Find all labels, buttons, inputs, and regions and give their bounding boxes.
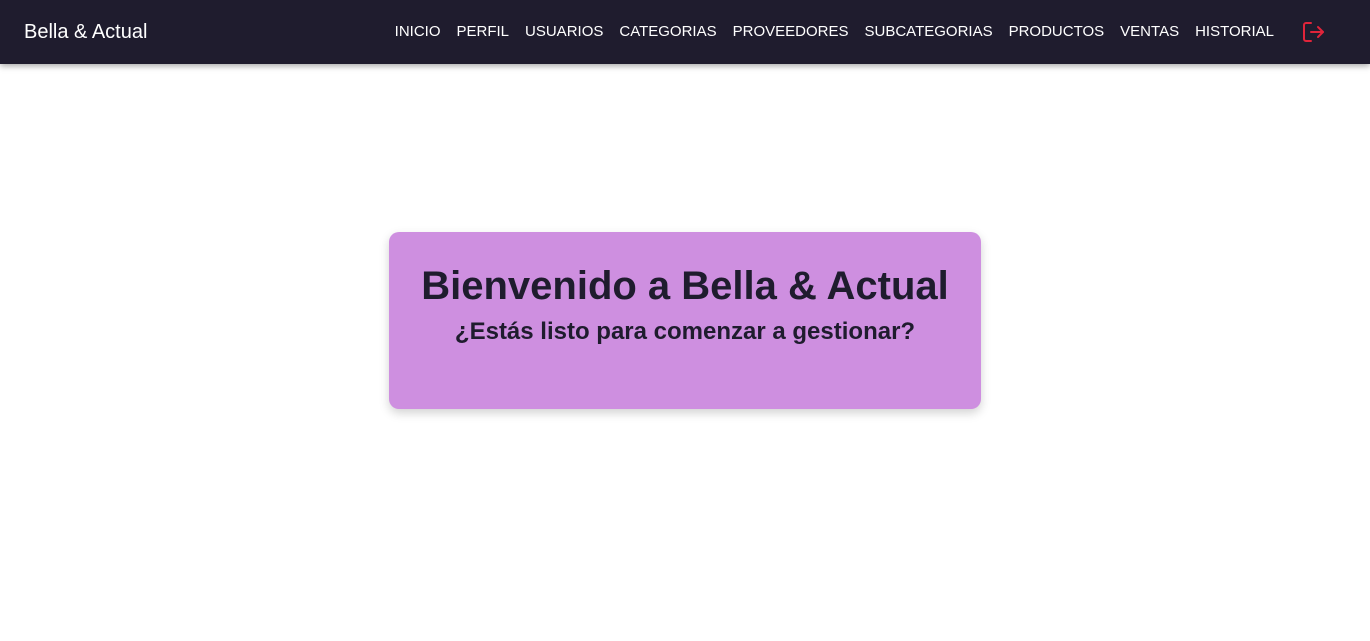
logout-icon [1303, 22, 1324, 42]
welcome-card: Bienvenido a Bella & Actual ¿Estás listo… [389, 232, 981, 409]
logout-button[interactable] [1302, 21, 1326, 43]
nav-link-categorias[interactable]: CATEGORIAS [611, 0, 724, 64]
nav-link-historial[interactable]: HISTORIAL [1187, 0, 1282, 64]
nav-link-perfil[interactable]: PERFIL [449, 0, 518, 64]
nav-links: INICIO PERFIL USUARIOS CATEGORIAS PROVEE… [387, 0, 1282, 64]
nav-link-inicio[interactable]: INICIO [387, 0, 449, 64]
welcome-subtitle: ¿Estás listo para comenzar a gestionar? [454, 318, 916, 345]
nav-link-subcategorias[interactable]: SUBCATEGORIAS [857, 0, 1001, 64]
top-navbar: Bella & Actual INICIO PERFIL USUARIOS CA… [0, 0, 1370, 64]
nav-link-usuarios[interactable]: USUARIOS [517, 0, 611, 64]
brand-title[interactable]: Bella & Actual [24, 0, 147, 64]
nav-link-ventas[interactable]: VENTAS [1112, 0, 1187, 64]
nav-link-productos[interactable]: PRODUCTOS [1001, 0, 1113, 64]
welcome-title: Bienvenido a Bella & Actual [421, 264, 949, 308]
nav-link-proveedores[interactable]: PROVEEDORES [725, 0, 857, 64]
